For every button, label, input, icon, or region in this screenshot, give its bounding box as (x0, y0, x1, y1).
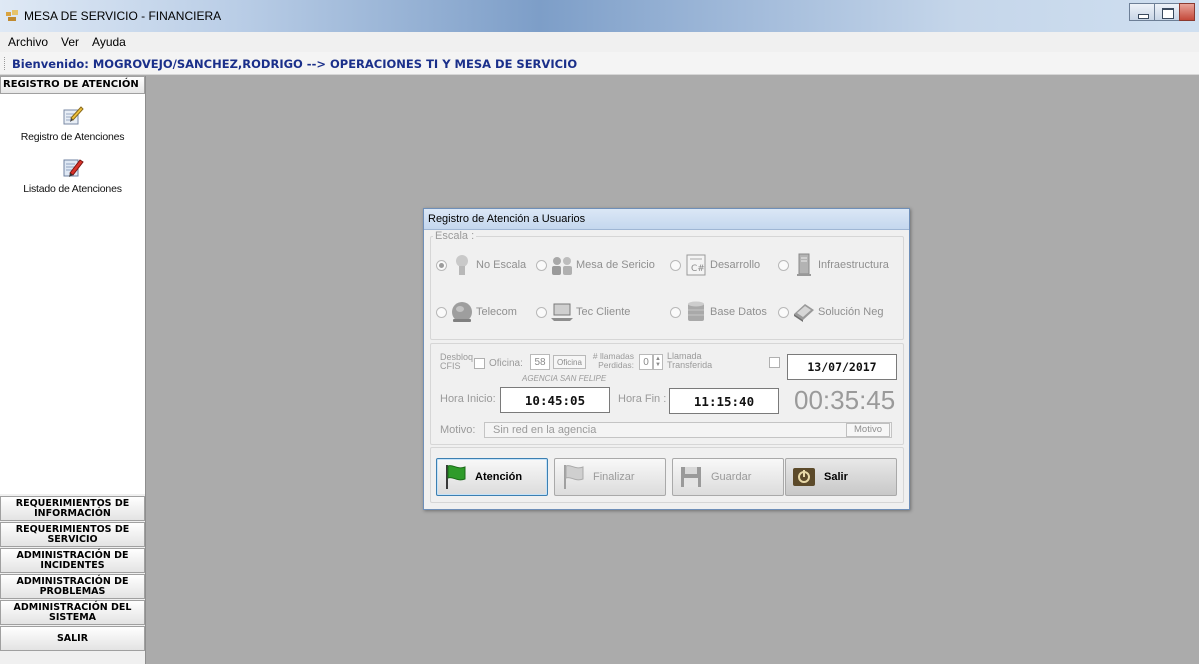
book-icon (794, 304, 814, 322)
atencion-label: Atención (475, 471, 523, 483)
label-tec-cliente: Tec Cliente (576, 306, 631, 318)
radio-mesa-servicio[interactable] (536, 259, 547, 271)
pencil-list-icon[interactable] (62, 156, 84, 178)
finalizar-button[interactable]: Finalizar (554, 458, 666, 496)
section-administracion-problemas[interactable]: ADMINISTRACIÓN DE PROBLEMAS (0, 574, 145, 599)
option-infraestructura[interactable]: Infraestructura (778, 253, 889, 277)
minimize-button[interactable] (1129, 3, 1155, 21)
menu-bar: Archivo Ver Ayuda (0, 32, 1199, 52)
salir-label: Salir (824, 471, 848, 483)
menu-ver[interactable]: Ver (61, 35, 79, 49)
section-requerimientos-informacion[interactable]: REQUERIMIENTOS DE INFORMACIÓN (0, 496, 145, 521)
section-buttons: REQUERIMIENTOS DE INFORMACIÓN REQUERIMIE… (0, 495, 145, 651)
desbloq-cfis-checkbox[interactable] (474, 358, 485, 369)
grey-flag-icon (564, 465, 584, 489)
agencia-label: AGENCIA SAN FELIPE (522, 374, 607, 383)
motivo-label: Motivo: (440, 424, 476, 436)
radio-desarrollo[interactable] (670, 259, 681, 271)
label-desarrollo: Desarrollo (710, 259, 761, 271)
nav-listado-atenciones[interactable]: Listado de Atenciones (0, 183, 145, 195)
finalizar-label: Finalizar (593, 471, 635, 483)
green-flag-icon (446, 465, 466, 489)
option-desarrollo[interactable]: C# Desarrollo (670, 253, 760, 277)
atencion-button[interactable]: Atención (436, 458, 548, 496)
fecha-field[interactable]: 13/07/2017 (787, 354, 897, 380)
option-telecom[interactable]: Telecom (436, 300, 517, 324)
label-solucion-neg: Solución Neg (818, 306, 884, 318)
guardar-button[interactable]: Guardar (672, 458, 784, 496)
radio-no-escala[interactable] (436, 259, 447, 271)
hora-inicio-label: Hora Inicio: (440, 393, 496, 405)
database-icon (688, 301, 704, 321)
laptop-icon (551, 303, 573, 321)
app-icon (6, 10, 18, 21)
welcome-text: Bienvenido: MOGROVEJO/SANCHEZ,RODRIGO --… (12, 57, 578, 71)
maximize-button[interactable] (1154, 3, 1180, 21)
label-infraestructura: Infraestructura (818, 259, 889, 271)
toolbar-grip (4, 57, 7, 70)
oficina-label: Oficina: (489, 358, 523, 369)
svg-text:C#: C# (691, 264, 705, 274)
option-tec-cliente[interactable]: Tec Cliente (536, 300, 630, 324)
window-title: MESA DE SERVICIO - FINANCIERA (24, 9, 222, 23)
window-controls (1129, 3, 1195, 21)
power-icon (793, 468, 815, 486)
llamada-transferida-label: Llamada Transferida (667, 351, 713, 370)
llamadas-perdidas-input[interactable]: 0 (639, 354, 653, 370)
close-button[interactable] (1179, 3, 1195, 21)
hora-fin-field[interactable]: 11:15:40 (669, 388, 779, 414)
label-base-datos: Base Datos (710, 306, 767, 318)
window-title-bar: MESA DE SERVICIO - FINANCIERA (0, 0, 1199, 32)
escala-group (430, 236, 904, 340)
option-solucion-neg[interactable]: Solución Neg (778, 300, 883, 324)
label-no-escala: No Escala (476, 259, 527, 271)
motivo-input[interactable]: Sin red en la agencia (484, 422, 892, 438)
radio-telecom[interactable] (436, 306, 447, 318)
motivo-button[interactable]: Motivo (846, 423, 890, 437)
section-administracion-incidentes[interactable]: ADMINISTRACIÓN DE INCIDENTES (0, 548, 145, 573)
menu-archivo[interactable]: Archivo (8, 35, 48, 49)
panel-body: Registro de Atenciones Listado de Atenci… (0, 94, 145, 494)
group-users-icon (552, 257, 572, 275)
nav-registro-atenciones[interactable]: Registro de Atenciones (0, 131, 145, 143)
oficina-button[interactable]: Oficina (553, 355, 586, 369)
radio-infraestructura[interactable] (778, 259, 789, 271)
panel-header: REGISTRO DE ATENCIÓN (0, 76, 145, 94)
server-icon (797, 253, 811, 276)
hora-fin-label: Hora Fin : (618, 393, 667, 405)
option-no-escala[interactable]: No Escala (436, 253, 526, 277)
duracion-timer: 00:35:45 (794, 385, 896, 415)
globe-icon (452, 302, 472, 322)
floppy-disk-icon (681, 467, 701, 487)
hora-inicio-field[interactable]: 10:45:05 (500, 387, 610, 413)
label-telecom: Telecom (476, 306, 517, 318)
section-requerimientos-servicio[interactable]: REQUERIMIENTOS DE SERVICIO (0, 522, 145, 547)
llamadas-spinner[interactable]: ▲ ▼ (653, 354, 663, 370)
registro-atencion-dialog: Registro de Atención a Usuarios Escala :… (423, 208, 910, 510)
desbloq-cfis-label: Desbloq CFIS (440, 352, 474, 371)
user-silhouette-icon (456, 255, 468, 275)
llamada-transferida-checkbox[interactable] (769, 357, 780, 368)
section-salir[interactable]: SALIR (0, 626, 145, 651)
welcome-bar: Bienvenido: MOGROVEJO/SANCHEZ,RODRIGO --… (0, 52, 1199, 75)
spin-down-icon[interactable]: ▼ (655, 362, 661, 368)
radio-solucion-neg[interactable] (778, 306, 789, 318)
salir-button[interactable]: Salir (785, 458, 897, 496)
menu-ayuda[interactable]: Ayuda (92, 35, 126, 49)
radio-base-datos[interactable] (670, 306, 681, 318)
section-administracion-sistema[interactable]: ADMINISTRACIÓN DEL SISTEMA (0, 600, 145, 625)
oficina-input[interactable]: 58 (530, 354, 550, 370)
edit-form-icon[interactable] (62, 104, 84, 126)
escala-label: Escala : (433, 230, 477, 242)
csharp-file-icon: C# (686, 254, 706, 276)
option-base-datos[interactable]: Base Datos (670, 300, 767, 324)
guardar-label: Guardar (711, 471, 752, 483)
llamadas-perdidas-label: # llamadas Perdidas: (592, 351, 634, 370)
dialog-title: Registro de Atención a Usuarios (424, 209, 909, 230)
label-mesa-servicio: Mesa de Sericio (576, 259, 655, 271)
option-mesa-servicio[interactable]: Mesa de Sericio (536, 253, 655, 277)
radio-tec-cliente[interactable] (536, 306, 547, 318)
left-nav-panel: REGISTRO DE ATENCIÓN Registro de Atencio… (0, 76, 146, 664)
